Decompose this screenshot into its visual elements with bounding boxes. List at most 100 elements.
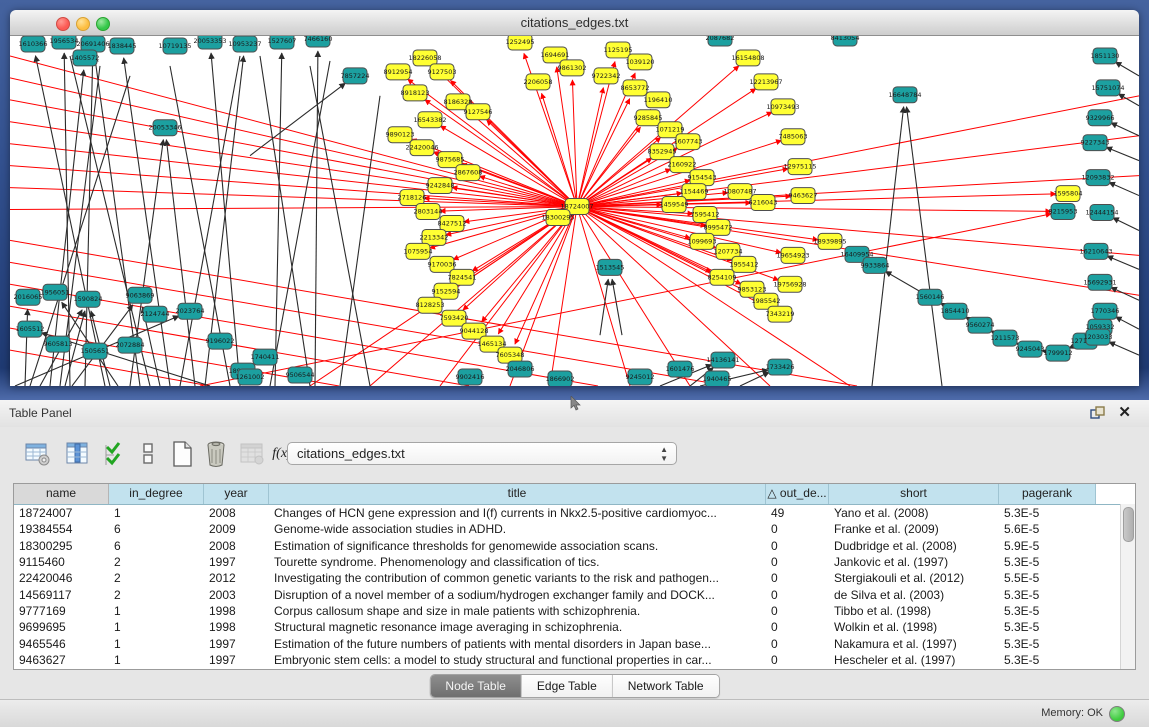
graph-node[interactable] xyxy=(668,361,692,377)
table-cell[interactable]: 18300295 xyxy=(14,539,109,553)
table-cell[interactable]: 5.6E-5 xyxy=(999,522,1096,536)
graph-node[interactable] xyxy=(386,64,410,80)
graph-node[interactable] xyxy=(628,54,652,70)
table-row[interactable]: 911546021997Tourette syndrome. Phenomeno… xyxy=(14,554,1135,570)
table-cell[interactable]: 5.3E-5 xyxy=(999,653,1096,667)
table-cell[interactable]: 5.3E-5 xyxy=(999,637,1096,651)
table-cell[interactable]: 5.5E-5 xyxy=(999,571,1096,585)
table-cell[interactable]: 1 xyxy=(109,620,204,634)
table-cell[interactable]: 0 xyxy=(766,571,829,585)
graph-node[interactable] xyxy=(705,371,729,386)
column-header-in_degree[interactable]: in_degree xyxy=(109,484,204,504)
graph-node[interactable] xyxy=(508,36,532,50)
graph-node[interactable] xyxy=(418,297,442,313)
table-cell[interactable]: de Silva et al. (2003) xyxy=(829,588,999,602)
graph-node[interactable] xyxy=(628,369,652,385)
graph-node[interactable] xyxy=(430,64,454,80)
table-row[interactable]: 946554611997Estimation of the future num… xyxy=(14,635,1135,651)
graph-node[interactable] xyxy=(768,306,792,322)
graph-node[interactable] xyxy=(270,36,294,49)
table-cell[interactable]: 9115460 xyxy=(14,555,109,569)
table-cell[interactable]: Corpus callosum shape and size in male p… xyxy=(269,604,766,618)
table-cell[interactable]: 1997 xyxy=(204,555,269,569)
graph-node[interactable] xyxy=(943,303,967,319)
graph-node[interactable] xyxy=(83,343,107,359)
table-cell[interactable]: Genome-wide association studies in ADHD. xyxy=(269,522,766,536)
table-cell[interactable]: 1 xyxy=(109,506,204,520)
column-header-title[interactable]: title xyxy=(269,484,766,504)
table-cell[interactable]: 1 xyxy=(109,653,204,667)
graph-node[interactable] xyxy=(1051,204,1075,220)
table-row[interactable]: 1872400712008Changes of HCN gene express… xyxy=(14,505,1135,521)
table-cell[interactable]: Tourette syndrome. Phenomenology and cla… xyxy=(269,555,766,569)
table-cell[interactable]: 0 xyxy=(766,522,829,536)
graph-node[interactable] xyxy=(163,38,187,54)
table-cell[interactable]: 0 xyxy=(766,637,829,651)
graph-node[interactable] xyxy=(690,233,714,249)
table-row[interactable]: 1456911722003Disruption of a novel membe… xyxy=(14,586,1135,602)
table-cell[interactable]: 0 xyxy=(766,653,829,667)
graph-node[interactable] xyxy=(43,284,67,300)
graph-node[interactable] xyxy=(416,204,440,220)
graph-node[interactable] xyxy=(623,80,647,96)
graph-node[interactable] xyxy=(1090,205,1114,221)
graph-node[interactable] xyxy=(1086,329,1110,345)
table-cell[interactable]: Nakamura et al. (1997) xyxy=(829,637,999,651)
table-cell[interactable]: Stergiakouli et al. (2012) xyxy=(829,571,999,585)
graph-node[interactable] xyxy=(711,352,735,368)
graph-node[interactable] xyxy=(418,112,442,128)
graph-node[interactable] xyxy=(646,92,670,108)
graph-node[interactable] xyxy=(442,310,466,326)
graph-node[interactable] xyxy=(754,74,778,90)
graph-node[interactable] xyxy=(178,303,202,319)
graph-node[interactable] xyxy=(52,36,76,49)
graph-node[interactable] xyxy=(736,50,760,66)
graph-node[interactable] xyxy=(1088,274,1112,290)
memory-status-indicator[interactable] xyxy=(1109,706,1125,722)
graph-node[interactable] xyxy=(198,36,222,49)
graph-node[interactable] xyxy=(548,371,572,386)
table-cell[interactable]: 5.3E-5 xyxy=(999,620,1096,634)
tab-node-table[interactable]: Node Table xyxy=(430,675,521,697)
graph-node[interactable] xyxy=(118,337,142,353)
table-cell[interactable]: 0 xyxy=(766,539,829,553)
column-header-year[interactable]: year xyxy=(204,484,269,504)
table-cell[interactable]: Embryonic stem cells: a model to study s… xyxy=(269,653,766,667)
float-panel-icon[interactable] xyxy=(1090,406,1105,421)
table-cell[interactable]: 5.9E-5 xyxy=(999,539,1096,553)
table-cell[interactable]: 5.3E-5 xyxy=(999,588,1096,602)
graph-node[interactable] xyxy=(1083,135,1107,151)
graph-node[interactable] xyxy=(16,289,40,305)
table-cell[interactable]: 0 xyxy=(766,588,829,602)
column-header-name[interactable]: name xyxy=(14,484,109,504)
column-header-out_de[interactable]: △ out_de... xyxy=(766,484,829,504)
tab-network-table[interactable]: Network Table xyxy=(612,675,719,697)
graph-node[interactable] xyxy=(560,60,584,76)
window-titlebar[interactable]: citations_edges.txt xyxy=(10,10,1139,36)
table-cell[interactable]: Estimation of significance thresholds fo… xyxy=(269,539,766,553)
table-cell[interactable]: Tibbo et al. (1998) xyxy=(829,604,999,618)
table-cell[interactable]: 2 xyxy=(109,588,204,602)
table-cell[interactable]: 9465546 xyxy=(14,637,109,651)
close-panel-icon[interactable]: ✕ xyxy=(1118,404,1131,422)
graph-node[interactable] xyxy=(708,36,732,46)
table-row[interactable]: 946362711997Embryonic stem cells: a mode… xyxy=(14,652,1135,668)
graph-node[interactable] xyxy=(594,68,618,84)
table-cell[interactable]: Estimation of the future numbers of pati… xyxy=(269,637,766,651)
graph-node[interactable] xyxy=(440,215,464,231)
graph-node[interactable] xyxy=(456,165,480,181)
table-cell[interactable]: Investigating the contribution of common… xyxy=(269,571,766,585)
table-row[interactable]: 977716911998Corpus callosum shape and si… xyxy=(14,603,1135,619)
table-cell[interactable]: 0 xyxy=(766,620,829,634)
table-cell[interactable]: 9777169 xyxy=(14,604,109,618)
graph-node[interactable] xyxy=(682,184,706,200)
graph-node[interactable] xyxy=(781,247,805,263)
table-cell[interactable]: 2012 xyxy=(204,571,269,585)
table-cell[interactable]: 1997 xyxy=(204,637,269,651)
graph-node[interactable] xyxy=(73,50,97,66)
column-visibility-icon[interactable] xyxy=(64,439,92,469)
graph-node[interactable] xyxy=(968,317,992,333)
graph-node[interactable] xyxy=(233,36,257,52)
table-cell[interactable]: 5.3E-5 xyxy=(999,506,1096,520)
graph-node[interactable] xyxy=(1093,48,1117,64)
